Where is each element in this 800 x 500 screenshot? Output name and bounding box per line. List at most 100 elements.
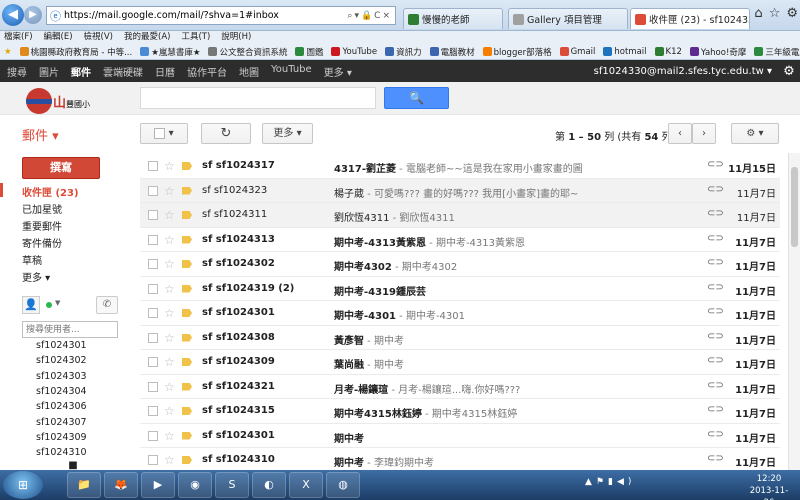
chevron-down-icon[interactable]: ▼ — [55, 299, 60, 307]
menu-item[interactable]: 工具(T) — [181, 31, 210, 44]
account-email[interactable]: sf1024330@mail2.sfes.tyc.edu.tw ▾ — [594, 66, 772, 77]
select-all-button[interactable]: ▾ — [140, 123, 188, 144]
email-row[interactable]: ☆ sf sf1024308 黃彥智 - 期中考 ⊂⊃ 11月7日 — [140, 325, 780, 350]
row-checkbox[interactable] — [148, 455, 158, 465]
row-checkbox[interactable] — [148, 161, 158, 171]
taskbar-app-icon[interactable]: 📁 — [67, 472, 101, 498]
phone-icon[interactable]: ✆ — [96, 296, 118, 314]
importance-marker-icon[interactable] — [182, 260, 192, 268]
newer-button[interactable]: ‹ — [668, 123, 692, 144]
home-icon[interactable]: ⌂ — [754, 6, 762, 21]
more-actions-button[interactable]: 更多 ▾ — [262, 123, 313, 144]
system-tray[interactable]: ▲⚑▮◀) — [585, 477, 635, 487]
contact-item[interactable]: sf1024307 — [36, 417, 87, 428]
folder-link[interactable]: 更多 ▾ — [22, 269, 50, 284]
star-icon[interactable]: ☆ — [164, 404, 175, 418]
row-checkbox[interactable] — [148, 234, 158, 245]
menu-item[interactable]: 編輯(E) — [44, 31, 73, 44]
select-checkbox[interactable] — [154, 127, 166, 139]
menu-item[interactable]: 檔案(F) — [4, 31, 33, 44]
row-checkbox[interactable] — [148, 185, 158, 196]
favorite-link[interactable]: Gmail — [559, 47, 595, 57]
star-icon[interactable]: ☆ — [164, 184, 175, 198]
row-checkbox[interactable] — [148, 332, 158, 343]
favorite-link[interactable]: ★嵐慧書庫★ — [140, 46, 200, 58]
gbar-link[interactable]: 協作平台 — [187, 64, 227, 79]
email-row[interactable]: ☆ sf sf1024323 楊子葳 - 可愛嗎??? 畫的好嗎??? 我用[小畫家… — [140, 178, 780, 203]
contact-item[interactable]: sf1024303 — [36, 371, 87, 382]
mail-search-input[interactable] — [140, 87, 376, 109]
contact-item[interactable]: sf1024304 — [36, 386, 87, 397]
gbar-link[interactable]: 圖片 — [39, 64, 59, 79]
taskbar-app-icon[interactable]: ◉ — [178, 472, 212, 498]
address-bar[interactable]: ⓔ https://mail.google.com/mail/?shva=1#i… — [46, 6, 396, 25]
star-icon[interactable]: ☆ — [164, 159, 175, 173]
star-icon[interactable]: ☆ — [164, 306, 175, 320]
scrollbar[interactable] — [788, 153, 800, 470]
favorite-link[interactable]: blogger部落格 — [482, 46, 552, 58]
favorite-link[interactable]: Yahoo!奇摩 — [689, 46, 746, 58]
favorite-link[interactable]: 圖鑑 — [295, 46, 323, 58]
browser-tab[interactable]: Gallery 項目管理 — [508, 8, 628, 29]
gbar-link[interactable]: 搜尋 — [7, 64, 27, 79]
favorites-star-icon[interactable]: ☆ — [769, 6, 781, 21]
browser-tab[interactable]: 慢慢的老師 — [403, 8, 503, 29]
email-row[interactable]: ☆ sf sf1024311 劉欣恆4311 - 劉欣恆4311 ⊂⊃ 11月7日 — [140, 203, 780, 228]
settings-button[interactable]: ⚙ ▾ — [731, 123, 779, 144]
star-icon[interactable]: ☆ — [164, 380, 175, 394]
avatar-icon[interactable]: 👤 — [22, 296, 40, 314]
email-row[interactable]: ☆ sf sf1024310 期中考 - 李瑋鈞期中考 ⊂⊃ 11月7日 — [140, 448, 780, 470]
folder-link[interactable]: 寄件備份 — [22, 235, 62, 250]
taskbar-app-icon[interactable]: ◐ — [252, 472, 286, 498]
favorite-link[interactable]: 三年級電腦課 — [754, 46, 800, 58]
gbar-link[interactable]: 更多 ▾ — [324, 64, 352, 79]
taskbar-app-icon[interactable]: ◍ — [326, 472, 360, 498]
star-icon[interactable]: ☆ — [164, 282, 175, 296]
gear-icon[interactable]: ⚙ — [778, 64, 800, 79]
older-button[interactable]: › — [692, 123, 716, 144]
folder-link[interactable]: 草稿 — [22, 252, 42, 267]
compose-button[interactable]: 撰寫 — [22, 157, 100, 179]
row-checkbox[interactable] — [148, 210, 158, 220]
refresh-button[interactable]: ↻ — [201, 123, 251, 144]
contact-item[interactable]: sf1024309 — [36, 432, 87, 443]
importance-marker-icon[interactable] — [182, 382, 192, 391]
gbar-link[interactable]: YouTube — [271, 64, 312, 79]
favorite-link[interactable]: 資訊力 — [385, 46, 422, 58]
email-row[interactable]: ☆ sf sf1024309 葉尚融 - 期中考 ⊂⊃ 11月7日 — [140, 350, 780, 375]
search-button[interactable]: 🔍 — [384, 87, 449, 109]
row-checkbox[interactable] — [148, 308, 158, 318]
contact-item[interactable]: sf1024310 — [36, 447, 87, 458]
importance-marker-icon[interactable] — [182, 456, 192, 464]
menu-item[interactable]: 檢視(V) — [84, 31, 113, 44]
star-icon[interactable]: ☆ — [164, 429, 175, 443]
favorite-link[interactable]: K12 — [654, 47, 682, 57]
row-checkbox[interactable] — [148, 381, 158, 392]
star-icon[interactable]: ☆ — [164, 331, 175, 345]
importance-marker-icon[interactable] — [182, 162, 192, 170]
menu-item[interactable]: 我的最愛(A) — [124, 31, 170, 44]
row-checkbox[interactable] — [148, 406, 158, 416]
forward-arrow-icon[interactable]: ▶ — [24, 6, 42, 24]
star-icon[interactable]: ☆ — [164, 355, 175, 369]
folder-link[interactable]: 已加星號 — [22, 201, 62, 216]
favorite-link[interactable]: hotmail — [603, 47, 647, 57]
email-row[interactable]: ☆ sf sf1024315 期中考4315林鈺婷 - 期中考4315林鈺婷 ⊂⊃ 11… — [140, 399, 780, 424]
email-row[interactable]: ☆ sf sf1024313 期中考-4313黃紫恩 - 期中考-4313黃紫恩 ⊂⊃… — [140, 227, 780, 252]
row-checkbox[interactable] — [148, 283, 158, 294]
clock[interactable]: 12:20 2013-11-26 — [745, 473, 793, 500]
row-checkbox[interactable] — [148, 357, 158, 367]
star-icon[interactable]: ☆ — [164, 233, 175, 247]
star-icon[interactable]: ☆ — [164, 257, 175, 271]
taskbar-app-icon[interactable]: S — [215, 472, 249, 498]
taskbar-app-icon[interactable]: 🦊 — [104, 472, 138, 498]
star-icon[interactable]: ☆ — [164, 453, 175, 467]
settings-gear-icon[interactable]: ⚙ — [786, 6, 798, 21]
email-row[interactable]: ☆ sf sf1024301 期中考 ⊂⊃ 11月7日 — [140, 423, 780, 448]
row-checkbox[interactable] — [148, 259, 158, 269]
gbar-link[interactable]: 日曆 — [155, 64, 175, 79]
back-arrow-icon[interactable]: ◀ — [2, 4, 24, 26]
gbar-link[interactable]: 雲端硬碟 — [103, 64, 143, 79]
address-url[interactable]: https://mail.google.com/mail/?shva=1#inb… — [64, 10, 347, 21]
importance-marker-icon[interactable] — [182, 431, 192, 440]
